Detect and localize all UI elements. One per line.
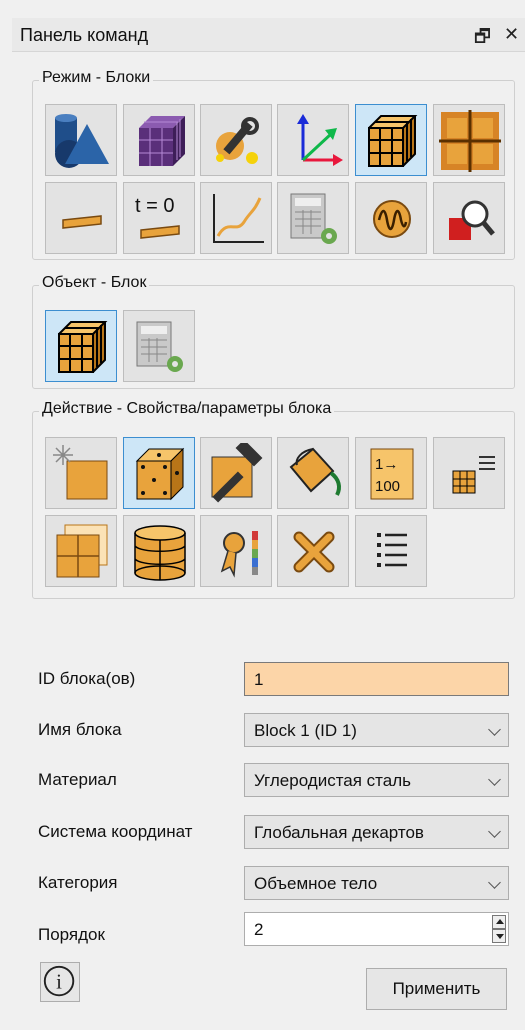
close-icon[interactable]: ✕ (504, 24, 519, 45)
wave-button[interactable] (355, 182, 427, 254)
initial-condition-icon: t = 0 (135, 195, 180, 239)
chevron-down-icon (488, 876, 501, 889)
calculator-icon (136, 321, 183, 372)
order-spinbox[interactable]: 2 (244, 912, 509, 946)
material-value: Углеродистая сталь (254, 771, 411, 790)
inspect-icon (449, 200, 495, 240)
mesh-button[interactable] (123, 104, 195, 176)
name-label: Имя блока (38, 720, 122, 739)
hammer-icon (211, 443, 263, 503)
coord-system-select[interactable]: Глобальная декартов (244, 815, 509, 849)
coord-system-value: Глобальная декартов (254, 823, 424, 842)
info-icon: i (43, 965, 75, 997)
object-calculator-button[interactable] (123, 310, 195, 382)
category-select[interactable]: Объемное тело (244, 866, 509, 900)
spin-up-icon[interactable] (492, 915, 506, 929)
numbering-top: 1→ (375, 456, 398, 473)
order-value: 2 (254, 920, 264, 939)
delete-x-icon (293, 531, 335, 573)
tools-icon (216, 117, 259, 164)
geometry-icon (55, 114, 109, 168)
list-button[interactable] (355, 515, 427, 587)
material-label: Материал (38, 770, 117, 789)
load-button[interactable] (45, 182, 117, 254)
list-icon (377, 533, 407, 567)
split-block-icon (56, 524, 108, 578)
calculator-button[interactable] (277, 182, 349, 254)
block-mode-button[interactable] (355, 104, 427, 176)
axes-button[interactable] (277, 104, 349, 176)
paint-bucket-icon (289, 447, 341, 496)
coord-label: Система координат (38, 822, 193, 841)
category-label: Категория (38, 873, 118, 892)
float-window-icon[interactable]: 🗗 (474, 24, 491, 54)
cylinder-icon (134, 525, 186, 581)
block-list-icon (452, 456, 495, 494)
new-block-button[interactable] (45, 437, 117, 509)
id-label: ID блока(ов) (38, 669, 136, 688)
chevron-down-icon (488, 825, 501, 838)
t0-label: t = 0 (135, 195, 174, 217)
block-nodes-icon (135, 447, 185, 501)
delete-button[interactable] (277, 515, 349, 587)
info-glyph: i (56, 970, 62, 994)
calculator-icon (290, 193, 337, 244)
block-name-select[interactable]: Block 1 (ID 1) (244, 713, 509, 747)
spin-down-icon[interactable] (492, 929, 506, 943)
numbering-icon: 1→ 100 (370, 448, 414, 500)
block-id-value: 1 (254, 670, 264, 689)
inspect-button[interactable] (433, 182, 505, 254)
panel-title: Панель команд (20, 25, 149, 45)
block-id-input[interactable]: 1 (244, 662, 509, 696)
numbering-bottom: 100 (375, 478, 400, 495)
panel-titlebar: Панель команд 🗗 ✕ (12, 18, 525, 52)
mode-group-title: Режим - Блоки (39, 69, 154, 87)
block-icon (368, 115, 418, 167)
chevron-down-icon (488, 723, 501, 736)
new-block-icon (53, 445, 108, 500)
ribbon-icon (220, 531, 258, 578)
cylinder-button[interactable] (123, 515, 195, 587)
initial-condition-button[interactable]: t = 0 (123, 182, 195, 254)
wave-icon (373, 200, 411, 238)
info-button[interactable]: i (40, 962, 80, 1002)
material-select[interactable]: Углеродистая сталь (244, 763, 509, 797)
block-icon (58, 321, 108, 373)
chevron-down-icon (488, 773, 501, 786)
tools-button[interactable] (200, 104, 272, 176)
block-nodes-button[interactable] (123, 437, 195, 509)
geometry-button[interactable] (45, 104, 117, 176)
axes-icon (297, 114, 343, 166)
paint-bucket-button[interactable] (277, 437, 349, 509)
order-label: Порядок (38, 925, 105, 944)
mesh-icon (139, 116, 185, 166)
category-value: Объемное тело (254, 874, 378, 893)
block-list-button[interactable] (433, 437, 505, 509)
grid-button[interactable] (433, 104, 505, 176)
object-group-title: Объект - Блок (39, 274, 150, 292)
action-group-title: Действие - Свойства/параметры блока (39, 400, 335, 418)
curve-icon (213, 194, 264, 243)
grid-icon (439, 110, 501, 172)
curve-button[interactable] (200, 182, 272, 254)
ribbon-button[interactable] (200, 515, 272, 587)
split-block-button[interactable] (45, 515, 117, 587)
load-icon (62, 215, 102, 229)
numbering-button[interactable]: 1→ 100 (355, 437, 427, 509)
object-block-button[interactable] (45, 310, 117, 382)
apply-button[interactable]: Применить (366, 968, 507, 1010)
hammer-button[interactable] (200, 437, 272, 509)
block-name-value: Block 1 (ID 1) (254, 721, 357, 740)
